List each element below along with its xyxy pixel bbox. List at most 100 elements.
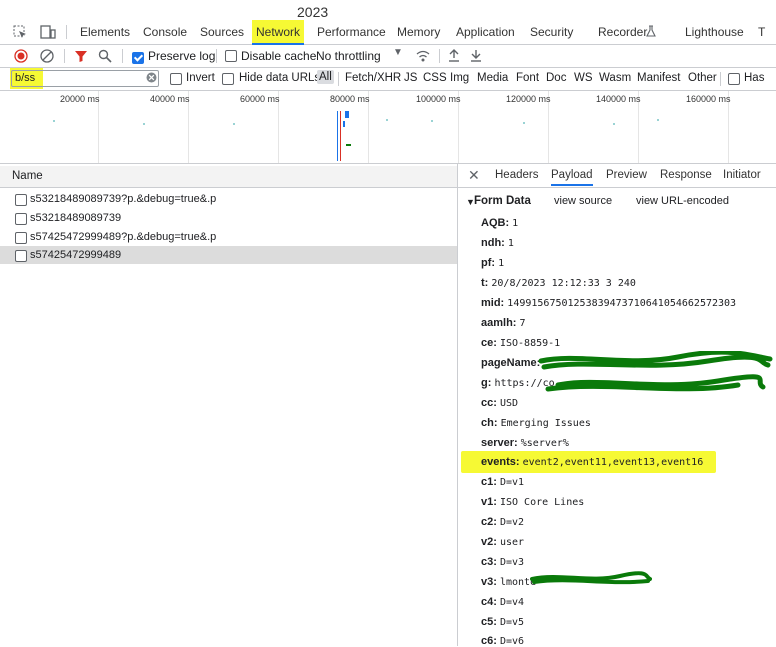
form-field-c4: c4: D=v4	[481, 596, 525, 608]
tab-memory[interactable]: Memory	[397, 25, 440, 39]
name-column-header[interactable]: Name	[12, 170, 43, 182]
close-icon[interactable]: ✕	[468, 167, 480, 184]
tab-payload[interactable]: Payload	[551, 169, 593, 186]
request-dot	[613, 123, 615, 125]
request-dot	[233, 123, 235, 125]
filter-bar: b/ss Invert Hide data URLs All Fetch/XHR…	[0, 67, 776, 91]
type-filter-img[interactable]: Img	[450, 72, 469, 84]
filter-input-value: b/ss	[15, 72, 36, 84]
request-dot	[53, 120, 55, 122]
network-conditions-icon[interactable]	[415, 49, 431, 66]
request-dot	[523, 122, 525, 124]
type-filter-font[interactable]: Font	[516, 72, 539, 84]
table-row[interactable]: s53218489089739?p.&debug=true&.p	[0, 190, 457, 208]
tab-sources[interactable]: Sources	[200, 25, 244, 39]
form-field-pagename: pageName:	[481, 357, 541, 369]
tab-performance[interactable]: Performance	[317, 25, 386, 39]
flask-icon	[646, 25, 656, 40]
device-toolbar-icon[interactable]	[40, 25, 56, 42]
form-field-v3: v3: lmonte	[481, 576, 537, 588]
filter-icon[interactable]	[74, 49, 88, 66]
tab-security[interactable]: Security	[530, 25, 573, 39]
tab-headers[interactable]: Headers	[495, 169, 538, 181]
request-bar	[345, 111, 349, 118]
request-name: s53218489089739?p.&debug=true&.p	[30, 193, 217, 205]
request-bar	[346, 144, 351, 146]
timeline-tick: 120000 ms	[506, 94, 551, 104]
hide-data-urls-label: Hide data URLs	[239, 72, 321, 84]
request-name: s53218489089739	[30, 212, 122, 224]
timeline-tick: 140000 ms	[596, 94, 641, 104]
request-dot	[431, 120, 433, 122]
hide-data-urls-checkbox[interactable]	[222, 73, 234, 85]
has-blocked-checkbox[interactable]	[728, 73, 740, 85]
form-field-c5: c5: D=v5	[481, 616, 525, 628]
background-year-text: 2023	[297, 4, 329, 20]
record-stop-icon[interactable]	[14, 49, 28, 66]
type-filter-js[interactable]: JS	[404, 72, 417, 84]
timeline-tick: 100000 ms	[416, 94, 461, 104]
redaction-scribble	[538, 351, 773, 392]
type-filter-wasm[interactable]: Wasm	[599, 72, 631, 84]
row-checkbox[interactable]	[15, 194, 27, 206]
chevron-down-icon[interactable]: ▼	[393, 47, 403, 58]
tab-application[interactable]: Application	[456, 25, 515, 39]
request-bar	[343, 121, 345, 127]
type-filter-media[interactable]: Media	[477, 72, 508, 84]
form-field-ce: ce: ISO-8859-1	[481, 337, 561, 349]
tab-overflow[interactable]: T	[758, 25, 765, 39]
table-row[interactable]: s57425472999489?p.&debug=true&.p	[0, 228, 457, 246]
form-field-server: server: %server%	[481, 437, 569, 449]
tab-response[interactable]: Response	[660, 169, 712, 181]
invert-label: Invert	[186, 72, 215, 84]
type-filter-all[interactable]: All	[317, 70, 334, 84]
tab-console[interactable]: Console	[143, 25, 187, 39]
tab-lighthouse[interactable]: Lighthouse	[685, 25, 744, 39]
type-filter-css[interactable]: CSS	[423, 72, 447, 84]
type-filter-fetch-xhr[interactable]: Fetch/XHR	[345, 72, 401, 84]
clear-icon[interactable]	[40, 49, 54, 66]
tab-preview[interactable]: Preview	[606, 169, 647, 181]
type-filter-manifest[interactable]: Manifest	[637, 72, 680, 84]
form-field-aqb: AQB: 1	[481, 217, 519, 229]
inspect-element-icon[interactable]	[13, 25, 27, 42]
row-checkbox[interactable]	[15, 250, 27, 262]
download-icon[interactable]	[470, 48, 482, 65]
request-dot	[386, 119, 388, 121]
timeline-overview[interactable]: 20000 ms 40000 ms 60000 ms 80000 ms 1000…	[0, 91, 776, 164]
form-field-ndh: ndh: 1	[481, 237, 514, 249]
tab-elements[interactable]: Elements	[80, 25, 130, 39]
view-source-link[interactable]: view source	[554, 195, 612, 207]
type-filter-doc[interactable]: Doc	[546, 72, 566, 84]
type-filter-other[interactable]: Other	[688, 72, 717, 84]
filter-input[interactable]: b/ss	[11, 70, 159, 87]
throttling-select[interactable]: No throttling	[316, 49, 381, 63]
table-row[interactable]: s53218489089739	[0, 209, 457, 227]
preserve-log-checkbox[interactable]	[132, 51, 144, 64]
view-url-encoded-link[interactable]: view URL-encoded	[636, 195, 729, 207]
timeline-tick: 40000 ms	[150, 94, 190, 104]
timeline-tick: 60000 ms	[240, 94, 280, 104]
has-blocked-label: Has	[744, 72, 765, 84]
row-checkbox[interactable]	[15, 213, 27, 225]
tab-recorder[interactable]: Recorder	[598, 25, 647, 39]
request-name: s57425472999489	[30, 249, 122, 261]
search-icon[interactable]	[98, 49, 112, 66]
upload-icon[interactable]	[448, 48, 460, 65]
tab-initiator[interactable]: Initiator	[723, 169, 761, 181]
devtools-tab-bar: Elements Console Sources Network Perform…	[0, 20, 776, 45]
request-dot	[143, 123, 145, 125]
tab-network[interactable]: Network	[252, 20, 305, 45]
form-field-pf: pf: 1	[481, 257, 505, 269]
invert-checkbox[interactable]	[170, 73, 182, 85]
form-field-mid: mid: 14991567501253839473710641054662572…	[481, 297, 737, 309]
disable-cache-checkbox[interactable]	[225, 50, 237, 62]
timeline-tick: 80000 ms	[330, 94, 370, 104]
type-filter-ws[interactable]: WS	[574, 72, 593, 84]
row-checkbox[interactable]	[15, 232, 27, 244]
clear-filter-icon[interactable]	[146, 72, 157, 86]
table-row-selected[interactable]: s57425472999489	[0, 246, 457, 264]
form-field-c2: c2: D=v2	[481, 516, 525, 528]
request-table-header: Name	[0, 166, 457, 188]
form-field-c1: c1: D=v1	[481, 476, 525, 488]
